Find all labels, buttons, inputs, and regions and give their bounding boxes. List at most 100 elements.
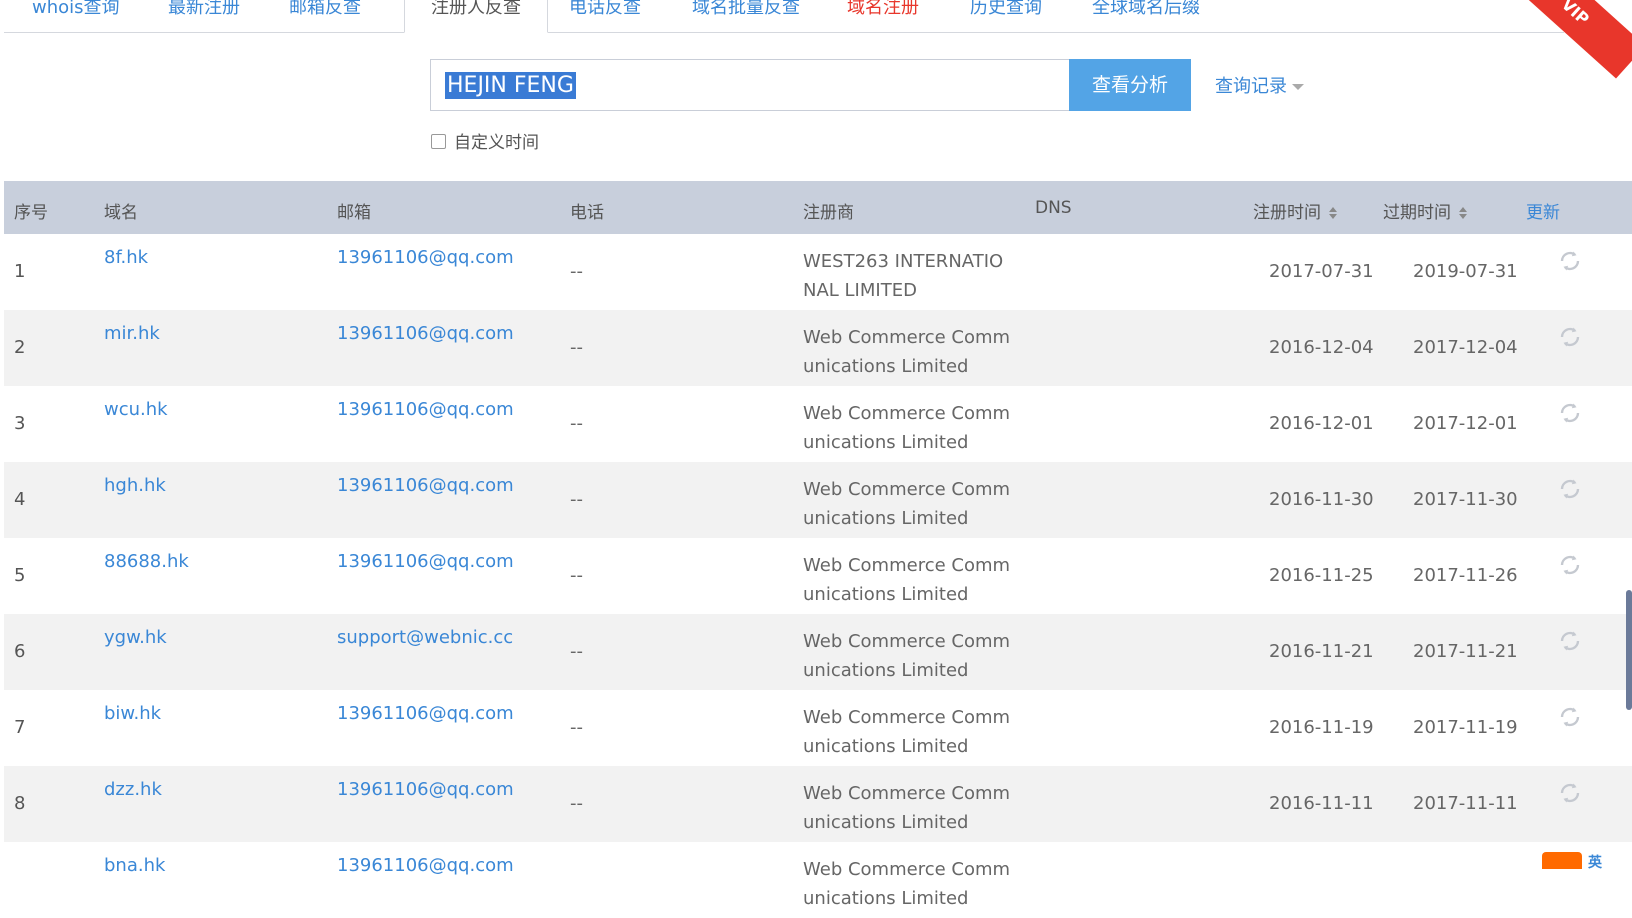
domain-link[interactable]: dzz.hk bbox=[104, 779, 162, 800]
exp-date-value: 2017-12-01 bbox=[1413, 413, 1518, 434]
email-link[interactable]: 13961106@qq.com bbox=[337, 855, 514, 876]
registrar-value: Web Commerce Communications Limited bbox=[803, 403, 1011, 453]
email-link[interactable]: 13961106@qq.com bbox=[337, 323, 514, 344]
table-row: 2 mir.hk 13961106@qq.com -- Web Commerce Com… bbox=[4, 310, 1632, 386]
caret-down-icon bbox=[1292, 84, 1304, 90]
tab-registrant-reverse[interactable]: 注册人反查 bbox=[404, 0, 548, 33]
reg-date-value: 2016-11-19 bbox=[1269, 717, 1374, 738]
scrollbar-thumb[interactable] bbox=[1626, 590, 1632, 710]
tab-global-suffix[interactable]: 全球域名后缀 bbox=[1092, 0, 1200, 32]
reg-date-value: 2016-11-21 bbox=[1269, 641, 1374, 662]
reg-date-value: 2016-12-04 bbox=[1269, 337, 1374, 358]
vip-corner-badge[interactable]: VIP bbox=[1512, 0, 1632, 80]
registrar-value: Web Commerce Communications Limited bbox=[803, 707, 1011, 757]
domain-link[interactable]: bna.hk bbox=[104, 855, 165, 876]
reg-date-value: 2016-12-01 bbox=[1269, 413, 1374, 434]
header-email: 邮箱 bbox=[337, 203, 371, 223]
ime-logo-icon[interactable] bbox=[1542, 852, 1582, 869]
email-link[interactable]: support@webnic.cc bbox=[337, 627, 513, 648]
exp-date-value: 2017-11-11 bbox=[1413, 793, 1518, 814]
tab-email-reverse[interactable]: 邮箱反查 bbox=[289, 0, 361, 32]
domain-link[interactable]: 8f.hk bbox=[104, 247, 148, 268]
row-index: 1 bbox=[14, 261, 26, 282]
reg-date-value: 2016-11-25 bbox=[1269, 565, 1374, 586]
tab-latest-registration[interactable]: 最新注册 bbox=[168, 0, 240, 32]
phone-value: -- bbox=[570, 717, 583, 738]
sort-icon bbox=[1329, 207, 1337, 219]
tab-phone-reverse[interactable]: 电话反查 bbox=[569, 0, 641, 32]
table-row: 8 dzz.hk 13961106@qq.com -- Web Commerce Com… bbox=[4, 766, 1632, 842]
domain-link[interactable]: ygw.hk bbox=[104, 627, 167, 648]
header-update[interactable]: 更新 bbox=[1526, 198, 1560, 223]
table-header: 序号 域名 邮箱 电话 注册商 DNS 注册时间 过期时间 更新 bbox=[4, 181, 1632, 234]
custom-time-option[interactable]: 自定义时间 bbox=[431, 128, 539, 153]
phone-value: -- bbox=[570, 413, 583, 434]
phone-value: -- bbox=[570, 565, 583, 586]
refresh-icon[interactable] bbox=[1557, 628, 1583, 654]
exp-date-value: 2017-11-30 bbox=[1413, 489, 1518, 510]
exp-date-value: 2019-07-31 bbox=[1413, 261, 1518, 282]
row-index: 7 bbox=[14, 717, 26, 738]
refresh-icon[interactable] bbox=[1557, 324, 1583, 350]
header-phone: 电话 bbox=[570, 203, 604, 223]
registrar-value: Web Commerce Communications Limited bbox=[803, 783, 1011, 833]
row-index: 2 bbox=[14, 337, 26, 358]
domain-link[interactable]: 88688.hk bbox=[104, 551, 189, 572]
table-row: 6 ygw.hk support@webnic.cc -- Web Commerce C… bbox=[4, 614, 1632, 690]
custom-time-label: 自定义时间 bbox=[454, 133, 539, 153]
phone-value: -- bbox=[570, 641, 583, 662]
vip-label: VIP bbox=[1512, 0, 1632, 79]
exp-date-value: 2017-11-21 bbox=[1413, 641, 1518, 662]
analyze-button[interactable]: 查看分析 bbox=[1069, 59, 1191, 111]
refresh-icon[interactable] bbox=[1557, 248, 1583, 274]
header-exp-date[interactable]: 过期时间 bbox=[1383, 198, 1467, 223]
table-row: 5 88688.hk 13961106@qq.com -- Web Commerce C… bbox=[4, 538, 1632, 614]
header-reg-date[interactable]: 注册时间 bbox=[1253, 198, 1337, 223]
registrar-value: WEST263 INTERNATIONAL LIMITED bbox=[803, 251, 1004, 301]
refresh-icon[interactable] bbox=[1557, 780, 1583, 806]
registrar-value: Web Commerce Communications Limited bbox=[803, 631, 1011, 681]
header-registrar: 注册商 bbox=[803, 203, 854, 223]
tab-batch-reverse[interactable]: 域名批量反查 bbox=[692, 0, 800, 32]
table-row: 4 hgh.hk 13961106@qq.com -- Web Commerce Com… bbox=[4, 462, 1632, 538]
email-link[interactable]: 13961106@qq.com bbox=[337, 399, 514, 420]
ime-language-label[interactable]: 英 bbox=[1588, 852, 1602, 872]
header-dns: DNS bbox=[1035, 198, 1072, 218]
table-row: 7 biw.hk 13961106@qq.com -- Web Commerce Com… bbox=[4, 690, 1632, 766]
registrar-value: Web Commerce Communications Limited bbox=[803, 479, 1011, 529]
registrar-value: Web Commerce Communications Limited bbox=[803, 859, 1011, 909]
domain-link[interactable]: wcu.hk bbox=[104, 399, 168, 420]
row-index: 5 bbox=[14, 565, 26, 586]
query-history-label: 查询记录 bbox=[1215, 76, 1287, 97]
refresh-icon[interactable] bbox=[1557, 552, 1583, 578]
header-domain: 域名 bbox=[104, 203, 138, 223]
phone-value: -- bbox=[570, 793, 583, 814]
refresh-icon[interactable] bbox=[1557, 400, 1583, 426]
email-link[interactable]: 13961106@qq.com bbox=[337, 551, 514, 572]
tab-history-query[interactable]: 历史查询 bbox=[970, 0, 1042, 32]
search-input-value: HEJIN FENG bbox=[445, 72, 576, 99]
row-index: 4 bbox=[14, 489, 26, 510]
query-history-dropdown[interactable]: 查询记录 bbox=[1215, 72, 1304, 98]
reg-date-value: 2016-11-30 bbox=[1269, 489, 1374, 510]
refresh-icon[interactable] bbox=[1557, 704, 1583, 730]
exp-date-value: 2017-12-04 bbox=[1413, 337, 1518, 358]
header-index: 序号 bbox=[14, 203, 48, 223]
nav-tabs: whois查询 最新注册 邮箱反查 注册人反查 电话反查 域名批量反查 域名注册… bbox=[4, 0, 1564, 33]
email-link[interactable]: 13961106@qq.com bbox=[337, 703, 514, 724]
tab-domain-register[interactable]: 域名注册 bbox=[847, 0, 919, 32]
domain-link[interactable]: mir.hk bbox=[104, 323, 160, 344]
email-link[interactable]: 13961106@qq.com bbox=[337, 475, 514, 496]
refresh-icon[interactable] bbox=[1557, 476, 1583, 502]
domain-link[interactable]: hgh.hk bbox=[104, 475, 166, 496]
tab-whois[interactable]: whois查询 bbox=[32, 0, 120, 32]
email-link[interactable]: 13961106@qq.com bbox=[337, 779, 514, 800]
custom-time-checkbox[interactable] bbox=[431, 134, 446, 149]
table-row: 1 8f.hk 13961106@qq.com -- WEST263 INTERNATI… bbox=[4, 234, 1632, 310]
phone-value: -- bbox=[570, 337, 583, 358]
header-reg-date-label: 注册时间 bbox=[1253, 203, 1321, 223]
domain-link[interactable]: biw.hk bbox=[104, 703, 161, 724]
search-input[interactable]: HEJIN FENG bbox=[430, 59, 1070, 111]
reg-date-value: 2016-11-11 bbox=[1269, 793, 1374, 814]
email-link[interactable]: 13961106@qq.com bbox=[337, 247, 514, 268]
